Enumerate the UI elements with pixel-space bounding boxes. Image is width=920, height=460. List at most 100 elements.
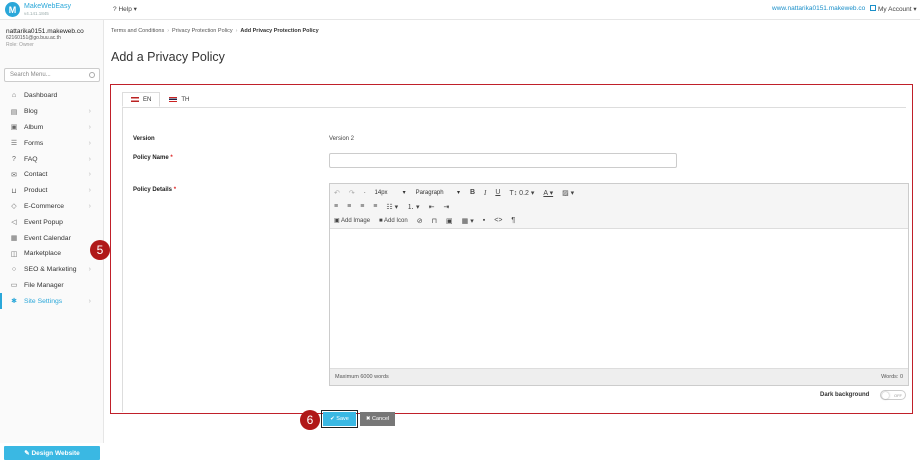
- tab-label: TH: [181, 96, 190, 103]
- align-center-icon[interactable]: ≡: [347, 203, 351, 210]
- sidebar-item-dashboard[interactable]: ⌂ Dashboard: [0, 88, 103, 104]
- sidebar-item-ecommerce[interactable]: ◇ E-Commerce ›: [0, 199, 103, 215]
- tab-en[interactable]: EN: [122, 92, 161, 107]
- chevron-right-icon: ›: [88, 139, 91, 147]
- cancel-button[interactable]: ✖ Cancel: [360, 412, 395, 426]
- mail-icon: ✉: [11, 171, 17, 179]
- sidebar-item-forms[interactable]: ☰ Forms ›: [0, 135, 103, 151]
- policy-name-label: Policy Name *: [133, 155, 173, 161]
- toolbar-row-3: ▣ Add Image ■ Add Icon ⊘ ⊓ ▣ ▦ ▾ ▪ <> ¶: [334, 214, 524, 227]
- bookmark-icon[interactable]: ⊓: [432, 217, 437, 225]
- underline-icon[interactable]: U: [495, 189, 500, 196]
- text-color-icon[interactable]: A ▾: [543, 189, 553, 197]
- redo-icon[interactable]: ↷: [349, 189, 355, 197]
- policy-form-card: EN TH Version Version 2 Policy Name * Po…: [110, 84, 913, 414]
- add-icon-button[interactable]: ■ Add Icon: [379, 218, 408, 224]
- sidebar-item-label: Event Calendar: [24, 234, 71, 242]
- account-menu[interactable]: My Account ▾: [878, 5, 917, 13]
- breadcrumb-separator: ›: [167, 28, 170, 34]
- logo-version: v4.141.1845: [24, 10, 49, 16]
- max-words-label: Maximum 6000 words: [335, 374, 389, 380]
- embed-icon[interactable]: ▣: [446, 217, 453, 225]
- highlight-color-icon[interactable]: ▨ ▾: [562, 189, 574, 197]
- search-input[interactable]: Search Menu...: [4, 68, 100, 82]
- editor-content-area[interactable]: [330, 229, 908, 364]
- sidebar-item-contact[interactable]: ✉ Contact ›: [0, 167, 103, 183]
- user-info: nattarika0151.makeweb.co 62160151@go.buu…: [0, 20, 103, 49]
- italic-icon[interactable]: I: [484, 189, 486, 197]
- policy-name-input[interactable]: [329, 153, 677, 168]
- breadcrumb-current: Add Privacy Protection Policy: [240, 28, 319, 34]
- design-website-button[interactable]: ✎ Design Website: [4, 446, 100, 460]
- sidebar-item-event-popup[interactable]: ◁ Event Popup: [0, 214, 103, 230]
- align-justify-icon[interactable]: ≡: [373, 203, 377, 210]
- logo[interactable]: M MakeWebEasy v4.141.1845: [5, 2, 71, 17]
- save-button[interactable]: ✔ Save: [321, 410, 358, 428]
- site-link[interactable]: www.nattarika0151.makeweb.co: [772, 5, 877, 12]
- align-right-icon[interactable]: ≡: [360, 203, 364, 210]
- toggle-knob: [882, 392, 889, 399]
- dark-background-toggle[interactable]: OFF: [880, 390, 906, 400]
- chevron-down-icon: ▾: [913, 6, 917, 13]
- thai-flag-icon: [169, 97, 178, 102]
- tag-icon: ◇: [11, 203, 17, 211]
- outdent-icon[interactable]: ⇤: [429, 203, 435, 211]
- undo-icon[interactable]: ↶: [334, 189, 340, 197]
- sidebar-item-label: Dashboard: [24, 92, 58, 100]
- link-icon[interactable]: ⊘: [417, 217, 423, 225]
- breadcrumb-item[interactable]: Privacy Protection Policy: [172, 28, 233, 34]
- gear-icon: ✱: [11, 298, 17, 306]
- indent-icon[interactable]: ⇥: [443, 203, 449, 211]
- help-menu[interactable]: ? Help ▾: [113, 5, 137, 13]
- paragraph-mark-icon[interactable]: ¶: [511, 217, 515, 224]
- folder-icon: ▭: [10, 282, 18, 290]
- version-value: Version 2: [329, 136, 355, 142]
- font-size-select[interactable]: 14px ▾: [375, 189, 406, 196]
- chevron-right-icon: ›: [88, 155, 91, 163]
- sidebar-item-faq[interactable]: ? FAQ ›: [0, 151, 103, 167]
- search-icon: ○: [11, 266, 17, 274]
- sidebar-item-file-manager[interactable]: ▭ File Manager: [0, 278, 103, 294]
- sidebar-item-event-calendar[interactable]: ▦ Event Calendar: [0, 230, 103, 246]
- sidebar-item-seo-marketing[interactable]: ○ SEO & Marketing ›: [0, 262, 103, 278]
- question-icon: ?: [12, 155, 16, 163]
- policy-details-label: Policy Details *: [133, 187, 176, 193]
- numbered-list-icon[interactable]: ⒈ ▾: [407, 202, 419, 212]
- code-icon[interactable]: <>: [494, 217, 502, 224]
- search-icon: [89, 72, 95, 78]
- site-link-label: www.nattarika0151.makeweb.co: [772, 5, 866, 12]
- sidebar-item-label: Blog: [24, 108, 38, 116]
- sidebar-item-label: Contact: [24, 171, 48, 179]
- font-family-icon[interactable]: ᐧ: [364, 189, 366, 197]
- chevron-right-icon: ›: [88, 202, 91, 210]
- align-left-icon[interactable]: ≡: [334, 203, 338, 210]
- sidebar-item-label: FAQ: [24, 155, 38, 163]
- cart-icon: ⊔: [11, 187, 17, 195]
- media-icon[interactable]: ▪: [483, 217, 485, 224]
- chevron-right-icon: ›: [88, 108, 91, 116]
- required-mark: *: [173, 187, 177, 193]
- line-height-icon[interactable]: T↕ 0.2 ▾: [509, 189, 534, 197]
- bullet-list-icon[interactable]: ☷ ▾: [386, 203, 398, 211]
- account-label: My Account: [878, 6, 912, 13]
- sidebar-item-site-settings[interactable]: ✱ Site Settings ›: [0, 293, 103, 310]
- bold-icon[interactable]: B: [470, 189, 475, 196]
- sidebar-item-album[interactable]: ▣ Album ›: [0, 120, 103, 136]
- sidebar-item-marketplace[interactable]: ◫ Marketplace: [0, 246, 103, 262]
- paragraph-select[interactable]: Paragraph ▾: [416, 189, 460, 196]
- toggle-state: OFF: [894, 393, 902, 398]
- add-image-button[interactable]: ▣ Add Image: [334, 217, 370, 224]
- tab-th[interactable]: TH: [160, 92, 198, 107]
- table-icon[interactable]: ▦ ▾: [462, 217, 474, 225]
- sidebar-item-blog[interactable]: ▤ Blog ›: [0, 104, 103, 120]
- editor-toolbar: ↶ ↷ ᐧ 14px ▾ Paragraph ▾ B I U T↕ 0.2 ▾ …: [330, 184, 908, 229]
- language-tabs: EN TH: [122, 92, 198, 107]
- editor-status-bar: Maximum 6000 words Words: 0: [330, 368, 908, 385]
- page-title: Add a Privacy Policy: [111, 50, 225, 64]
- top-bar: M MakeWebEasy v4.141.1845 ? Help ▾ www.n…: [0, 0, 920, 20]
- toolbar-row-2: ≡ ≡ ≡ ≡ ☷ ▾ ⒈ ▾ ⇤ ⇥: [334, 200, 458, 213]
- logo-name: MakeWebEasy: [24, 2, 71, 10]
- sidebar-item-product[interactable]: ⊔ Product ›: [0, 183, 103, 199]
- breadcrumb: Terms and Conditions › Privacy Protection …: [111, 28, 319, 34]
- breadcrumb-item[interactable]: Terms and Conditions: [111, 28, 164, 34]
